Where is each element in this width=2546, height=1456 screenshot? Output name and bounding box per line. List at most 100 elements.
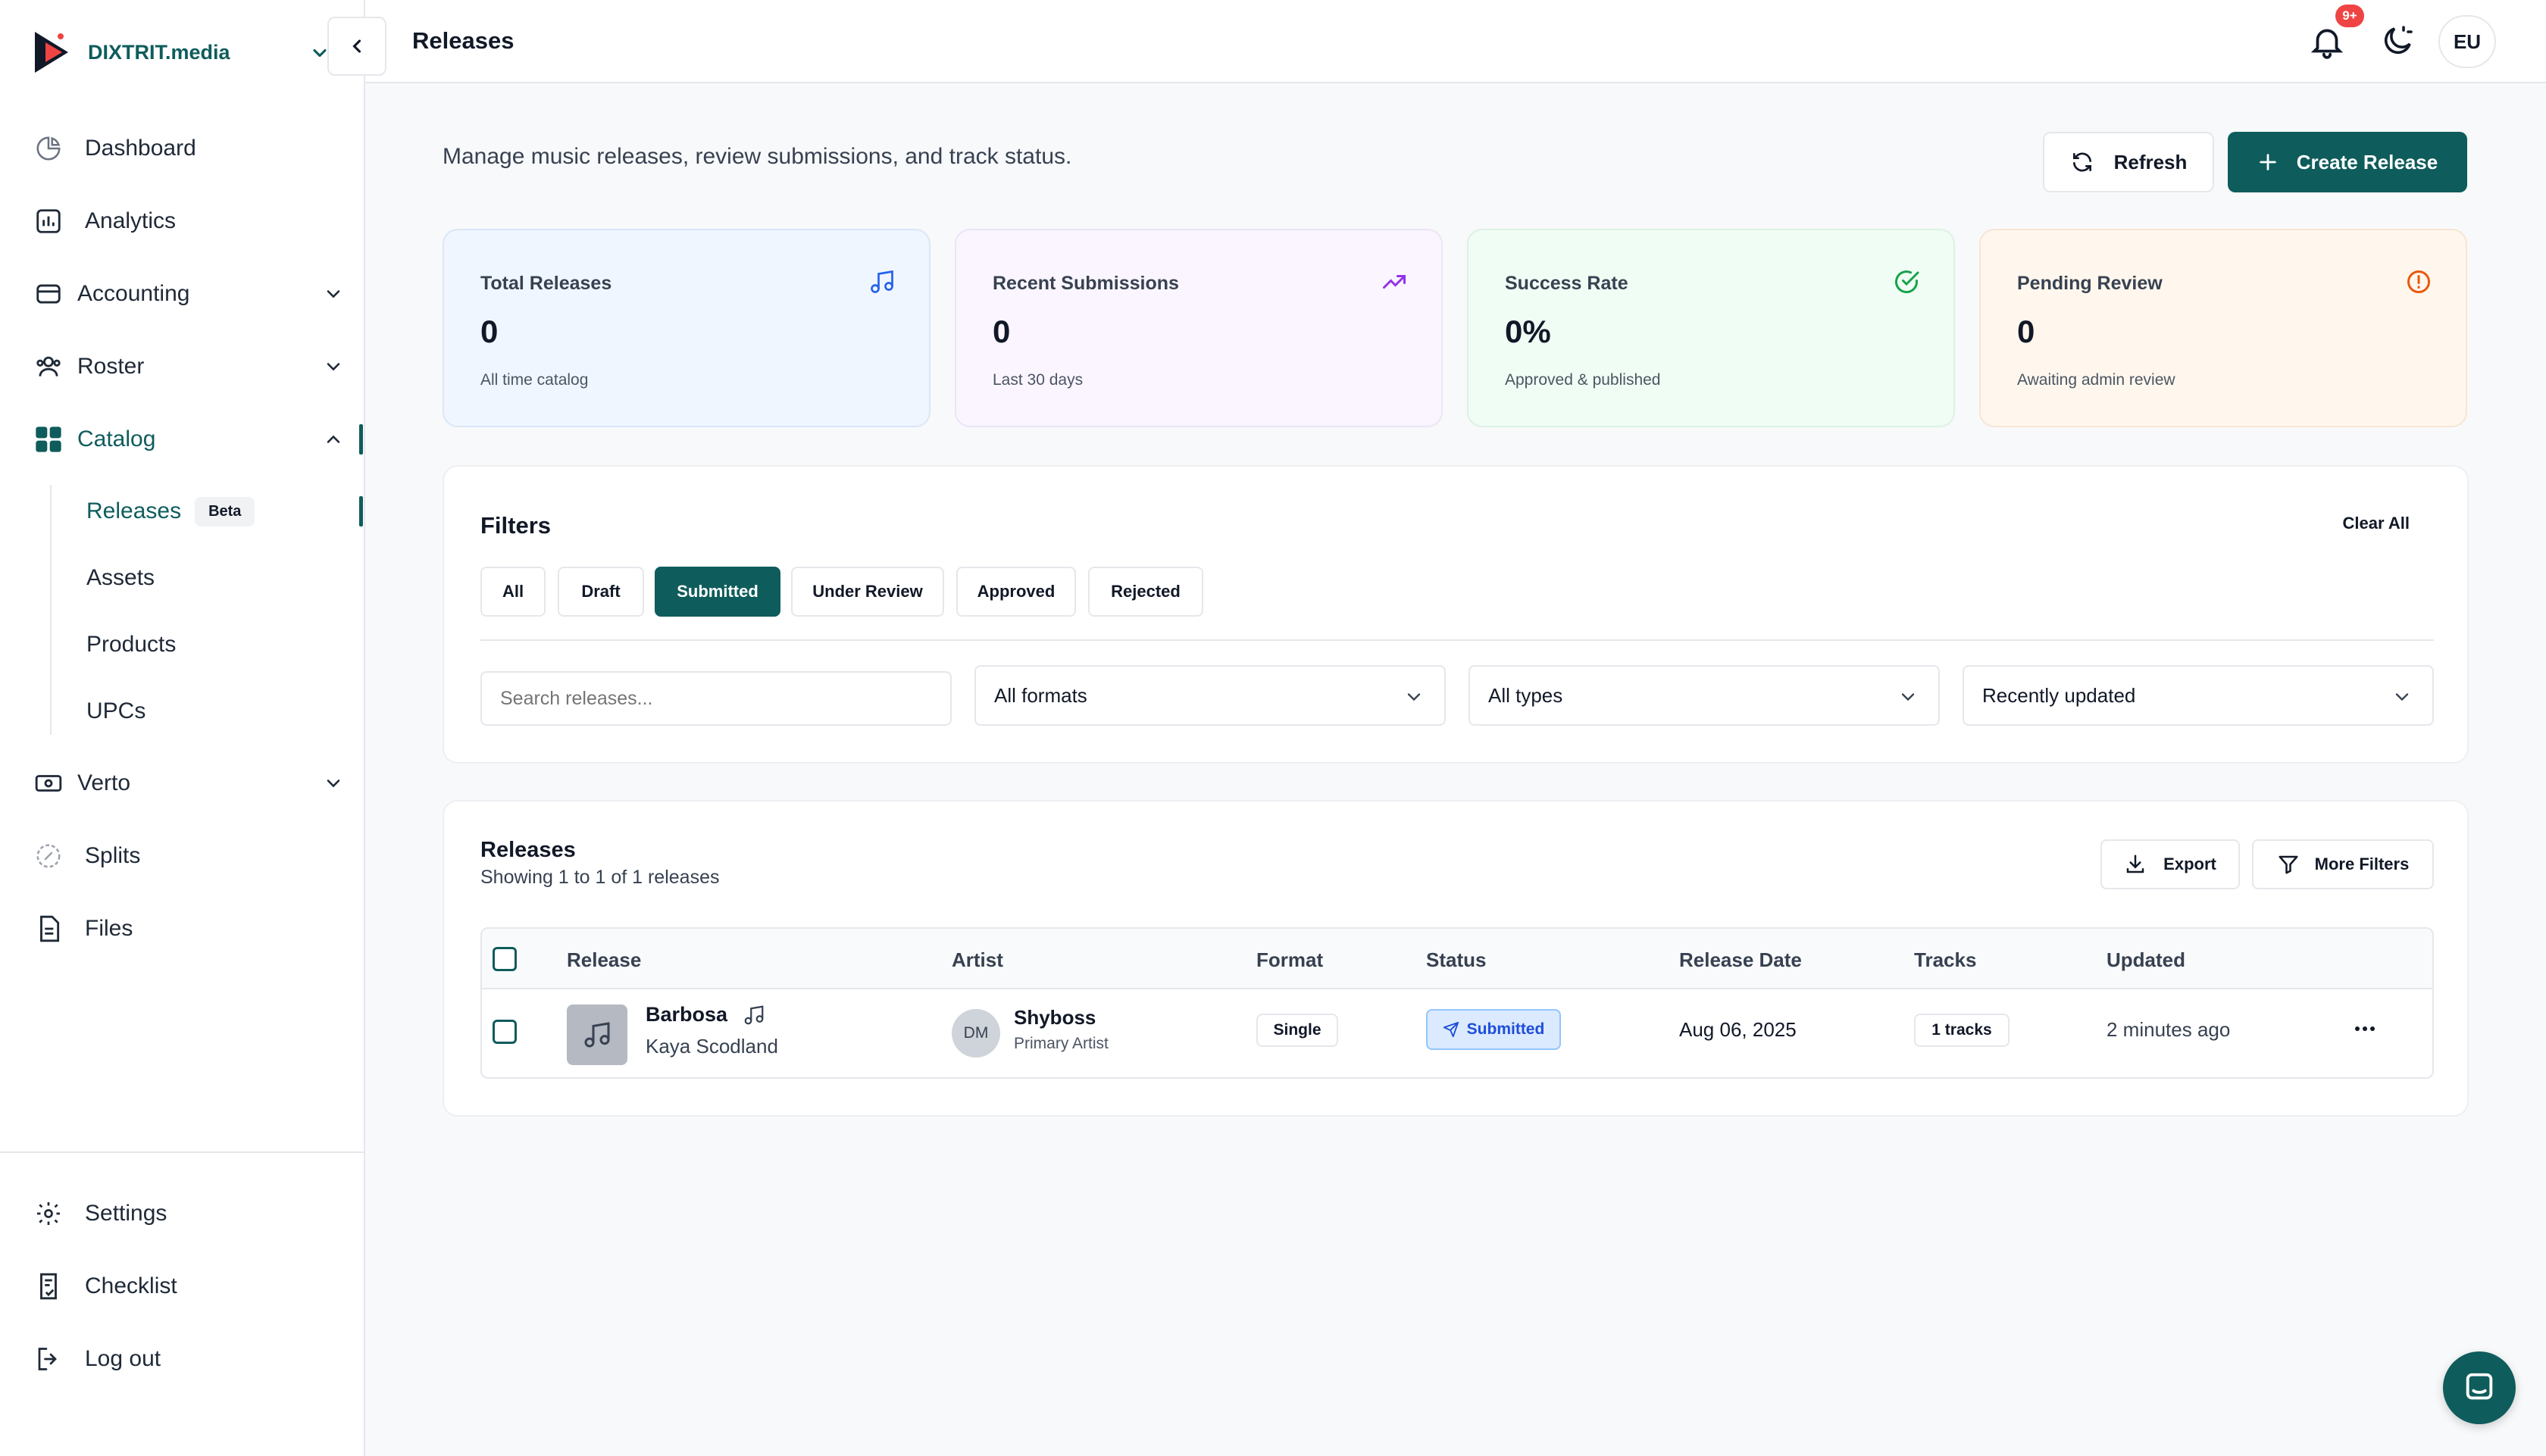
- more-horizontal-icon: [2355, 1026, 2375, 1031]
- chevron-down-icon: [1407, 693, 1421, 701]
- chevron-down-icon: [327, 780, 340, 788]
- filter-chip-draft[interactable]: Draft: [558, 567, 644, 617]
- release-date: Aug 06, 2025: [1679, 1018, 1797, 1041]
- create-release-label: Create Release: [2296, 150, 2438, 173]
- chevron-down-icon: [327, 290, 340, 298]
- chat-support-button[interactable]: [2443, 1351, 2516, 1424]
- sidebar-item-label: Splits: [85, 843, 141, 868]
- notification-badge: 9+: [2335, 5, 2364, 27]
- plus-icon: [2260, 154, 2276, 170]
- updated-time: 2 minutes ago: [2107, 1018, 2231, 1041]
- more-filters-button[interactable]: More Filters: [2252, 839, 2434, 889]
- sidebar-item-accounting[interactable]: Accounting: [33, 271, 344, 317]
- row-actions-button[interactable]: [2346, 1014, 2384, 1044]
- settings-icon: [33, 1198, 64, 1229]
- filter-chip-submitted[interactable]: Submitted: [655, 567, 780, 617]
- sidebar-item-label: Analytics: [85, 208, 177, 233]
- stat-value: 0%: [1505, 314, 1551, 349]
- status-badge: Submitted: [1426, 1009, 1561, 1050]
- filter-chip-approved[interactable]: Approved: [956, 567, 1076, 617]
- stat-label: Recent Submissions: [993, 273, 1179, 294]
- user-avatar-button[interactable]: EU: [2438, 15, 2496, 68]
- sidebar-subitem-label: Releases: [86, 498, 182, 523]
- sidebar-item-label: Checklist: [85, 1273, 177, 1298]
- page-title: Releases: [412, 27, 515, 54]
- format-select-value: All formats: [994, 683, 1087, 707]
- sidebar-item-verto[interactable]: Verto: [33, 761, 344, 806]
- sidebar-subitem-assets[interactable]: Assets: [86, 559, 155, 597]
- files-icon: [33, 914, 64, 944]
- sidebar-item-analytics[interactable]: Analytics: [33, 198, 344, 244]
- splits-icon: [33, 841, 64, 871]
- stat-sub: All time catalog: [480, 371, 589, 389]
- sidebar-subitem-label: Assets: [86, 565, 155, 590]
- send-icon: [1443, 1021, 1459, 1038]
- chat-icon: [2466, 1373, 2493, 1400]
- logout-icon: [33, 1344, 64, 1374]
- filter-chip-all[interactable]: All: [480, 567, 546, 617]
- chevron-down-icon: [1901, 693, 1915, 701]
- stat-card-pending-review: Pending Review 0 Awaiting admin review: [1979, 229, 2467, 427]
- artist-name[interactable]: Shyboss: [1014, 1006, 1096, 1030]
- create-release-button[interactable]: Create Release: [2228, 132, 2467, 192]
- format-select[interactable]: All formats: [974, 665, 1446, 726]
- chevron-down-icon: [327, 363, 340, 371]
- music-note-icon: [744, 1005, 764, 1024]
- catalog-subnav-line: [50, 485, 52, 735]
- sidebar-subitem-upcs[interactable]: UPCs: [86, 692, 145, 730]
- export-button[interactable]: Export: [2100, 839, 2240, 889]
- filters-title: Filters: [480, 512, 552, 539]
- download-icon: [2126, 855, 2144, 873]
- sidebar-item-roster[interactable]: Roster: [33, 344, 344, 389]
- type-select[interactable]: All types: [1468, 665, 1940, 726]
- row-checkbox[interactable]: [493, 1020, 517, 1044]
- sidebar-subitem-products[interactable]: Products: [86, 626, 176, 664]
- sidebar-item-checklist[interactable]: Checklist: [33, 1264, 344, 1309]
- chevron-left-icon: [352, 39, 361, 53]
- sort-select[interactable]: Recently updated: [1963, 665, 2434, 726]
- refresh-icon: [2072, 152, 2091, 172]
- filter-chip-rejected[interactable]: Rejected: [1088, 567, 1203, 617]
- chevron-down-icon: [2395, 693, 2409, 701]
- brand-logo-icon: [35, 32, 68, 73]
- release-name[interactable]: Barbosa: [646, 1003, 765, 1026]
- sidebar-item-label: Settings: [85, 1201, 167, 1226]
- collapse-sidebar-button[interactable]: [327, 17, 386, 76]
- filters-divider: [480, 639, 2434, 641]
- brand[interactable]: DIXTRIT.media: [30, 26, 230, 79]
- roster-icon: [33, 352, 64, 382]
- tracks-badge: 1 tracks: [1914, 1014, 2010, 1047]
- stat-value: 0: [993, 314, 1011, 349]
- refresh-button[interactable]: Refresh: [2043, 132, 2214, 192]
- bell-icon[interactable]: [2308, 23, 2346, 61]
- sidebar-item-logout[interactable]: Log out: [33, 1336, 344, 1382]
- sidebar-subitem-releases[interactable]: Releases Beta: [86, 492, 255, 530]
- filters-card: Filters Clear All All Draft Submitted Un…: [443, 465, 2469, 764]
- more-filters-label: More Filters: [2314, 855, 2410, 873]
- dashboard-icon: [33, 133, 64, 164]
- format-badge: Single: [1256, 1014, 1338, 1047]
- status-label: Submitted: [1466, 1020, 1545, 1038]
- sidebar-item-dashboard[interactable]: Dashboard: [33, 126, 344, 171]
- sidebar-item-splits[interactable]: Splits: [33, 833, 344, 879]
- artist-avatar: DM: [952, 1009, 1000, 1058]
- music-note-icon: [871, 270, 893, 293]
- filter-chip-under-review[interactable]: Under Review: [791, 567, 944, 617]
- sidebar-item-settings[interactable]: Settings: [33, 1191, 344, 1236]
- sidebar-subitem-label: Products: [86, 632, 177, 657]
- sidebar-item-label: Log out: [85, 1346, 161, 1371]
- sidebar-item-label: Files: [85, 916, 133, 941]
- stat-card-recent-submissions: Recent Submissions 0 Last 30 days: [955, 229, 1443, 427]
- release-artist: Kaya Scodland: [646, 1035, 778, 1058]
- brand-name: DIXTRIT.media: [88, 40, 230, 64]
- sidebar-item-catalog[interactable]: Catalog: [33, 417, 344, 462]
- sidebar-divider: [0, 1151, 365, 1153]
- theme-toggle-icon[interactable]: [2379, 23, 2416, 59]
- stat-label: Pending Review: [2017, 273, 2163, 294]
- table-row[interactable]: Barbosa Kaya Scodland DM Shyboss Primary…: [482, 929, 2432, 1077]
- sidebar-item-label: Dashboard: [85, 136, 196, 161]
- clear-all-button[interactable]: Clear All: [2343, 514, 2410, 533]
- release-artwork: [567, 1005, 627, 1065]
- sidebar-item-files[interactable]: Files: [33, 906, 344, 951]
- search-input[interactable]: [480, 671, 952, 726]
